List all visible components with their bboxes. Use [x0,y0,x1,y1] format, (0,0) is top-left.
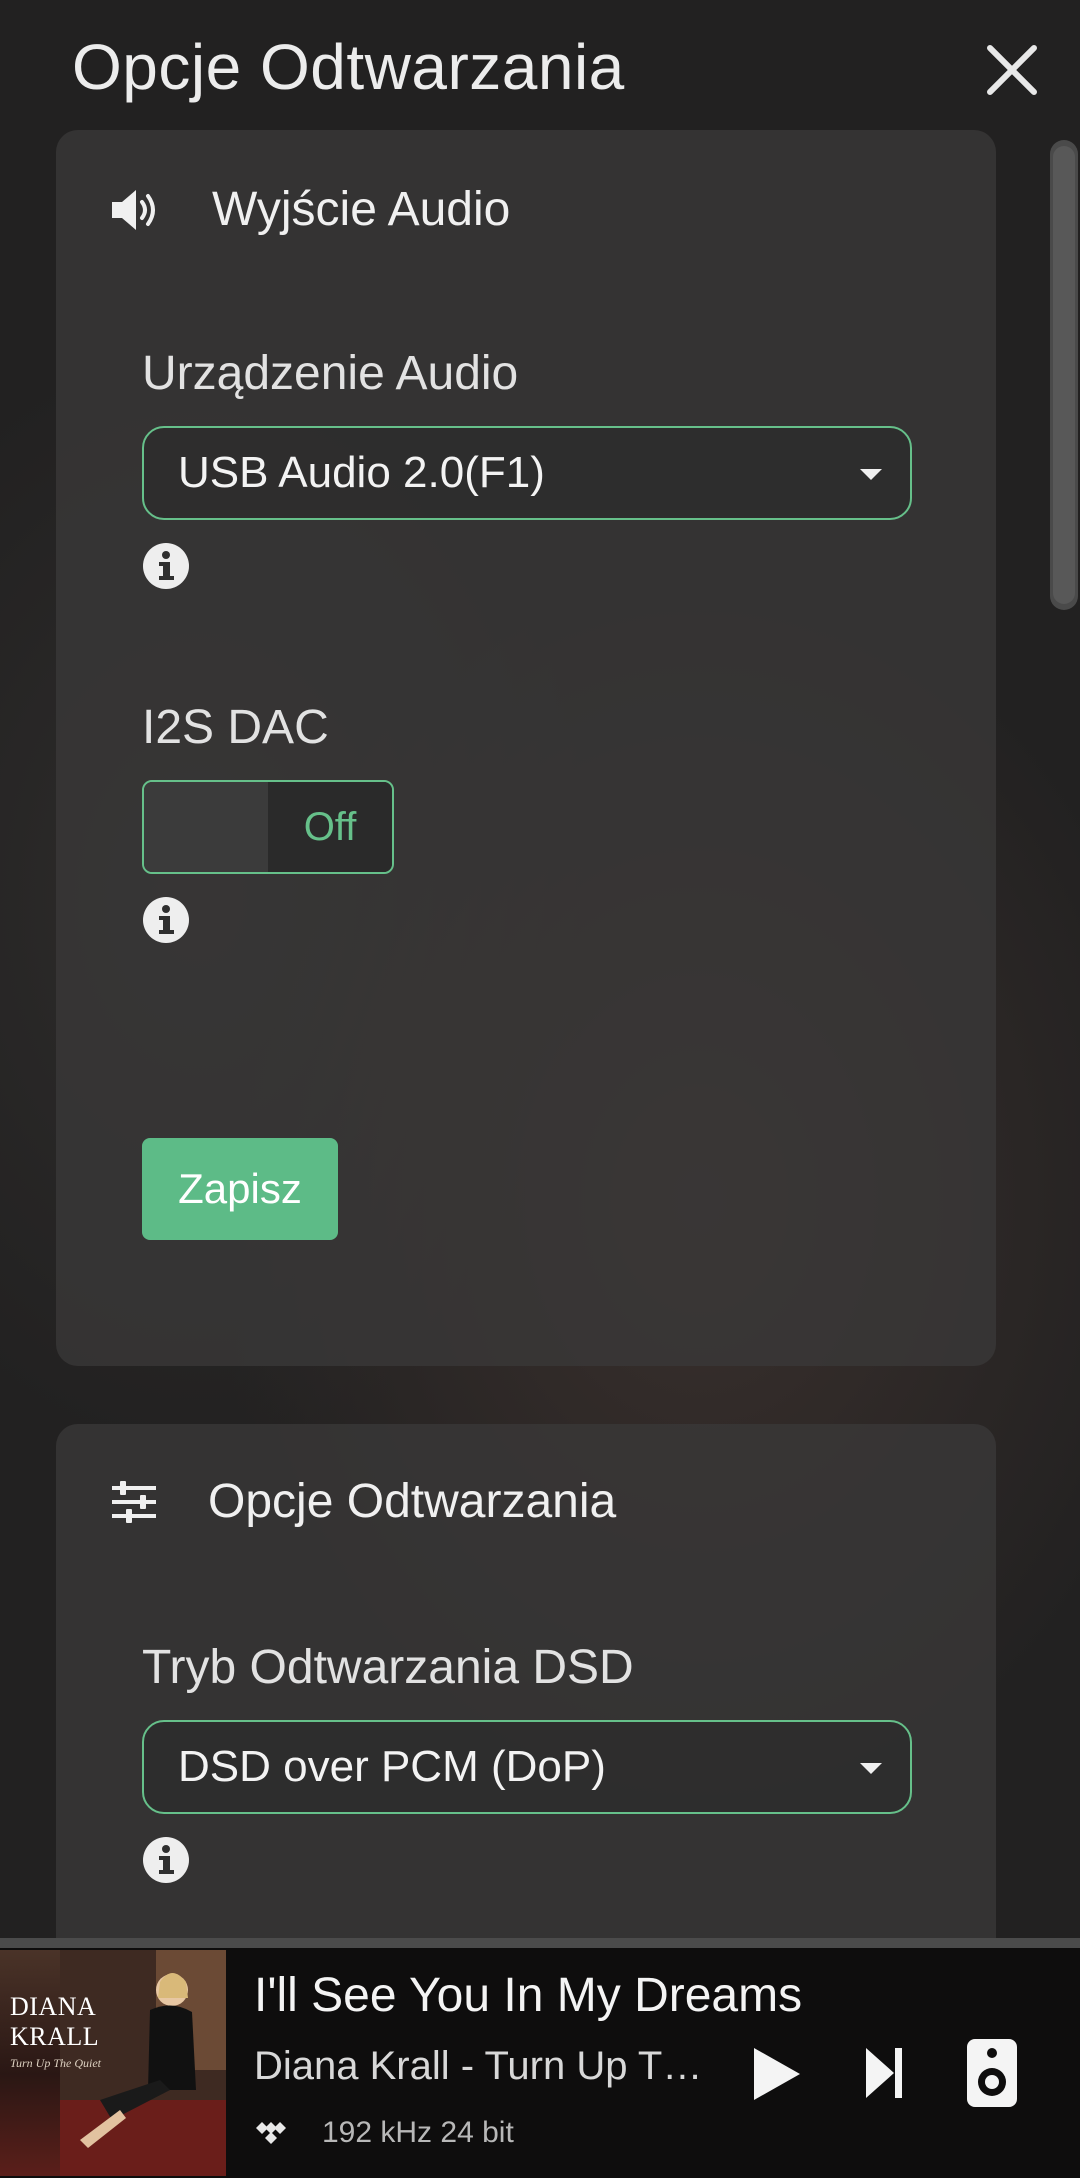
save-button[interactable]: Zapisz [142,1138,338,1240]
save-button-label: Zapisz [178,1165,302,1212]
scrollbar[interactable] [1050,140,1078,610]
speaker-volume-icon [112,189,155,230]
caret-down-icon [860,469,882,480]
close-icon [987,45,1037,95]
tidal-icon [256,2122,286,2144]
audio-output-header: Wyjście Audio [110,182,510,237]
album-art[interactable]: DIANA KRALL Turn Up The Quiet [0,1950,226,2176]
album-art-subtext: Turn Up The Quiet [10,2056,102,2070]
info-icon[interactable] [142,542,190,590]
play-icon [754,2048,800,2100]
i2s-dac-label: I2S DAC [142,701,329,754]
dsd-mode-value: DSD over PCM (DoP) [178,1742,606,1791]
track-artist: Diana Krall - Turn Up The ... [254,2044,724,2088]
play-button[interactable] [752,2046,802,2102]
scrollbar-thumb[interactable] [1053,146,1075,604]
skip-next-icon [866,2048,902,2098]
caret-down-icon [860,1763,882,1774]
playback-options-title: Opcje Odtwarzania [208,1475,617,1528]
output-device-button[interactable] [966,2038,1018,2108]
playback-options-card: Opcje Odtwarzania Tryb Odtwarzania DSD D… [56,1424,996,2024]
audio-device-value: USB Audio 2.0(F1) [178,448,545,497]
playback-progress-bar[interactable] [0,1938,1080,1948]
audio-output-title: Wyjście Audio [212,183,511,236]
i2s-dac-state: Off [303,804,357,849]
info-icon[interactable] [142,1836,190,1884]
track-title: I'll See You In My Dreams [254,1969,803,2022]
audio-device-select[interactable]: USB Audio 2.0(F1) [142,426,912,520]
now-playing-bar[interactable]: DIANA KRALL Turn Up The Quiet I'll See Y… [0,1938,1080,2178]
toggle-track: Off [268,782,392,872]
playback-options-header: Opcje Odtwarzania [110,1474,616,1529]
audio-device-label: Urządzenie Audio [142,347,519,400]
page-title: Opcje Odtwarzania [72,31,625,103]
speaker-icon [967,2039,1017,2107]
audio-quality: 192 kHz 24 bit [322,2116,514,2149]
toggle-knob [144,782,268,872]
dsd-mode-select[interactable]: DSD over PCM (DoP) [142,1720,912,1814]
sliders-icon [112,1480,156,1523]
header: Opcje Odtwarzania [0,0,1080,130]
next-track-button[interactable] [864,2046,904,2100]
close-button[interactable] [982,40,1042,100]
info-icon[interactable] [142,896,190,944]
dsd-mode-label: Tryb Odtwarzania DSD [142,1641,634,1694]
audio-output-card: Wyjście Audio Urządzenie Audio USB Audio… [56,130,996,1366]
album-art-text: DIANA KRALL [10,1992,100,2051]
i2s-dac-toggle[interactable]: Off [142,780,394,874]
